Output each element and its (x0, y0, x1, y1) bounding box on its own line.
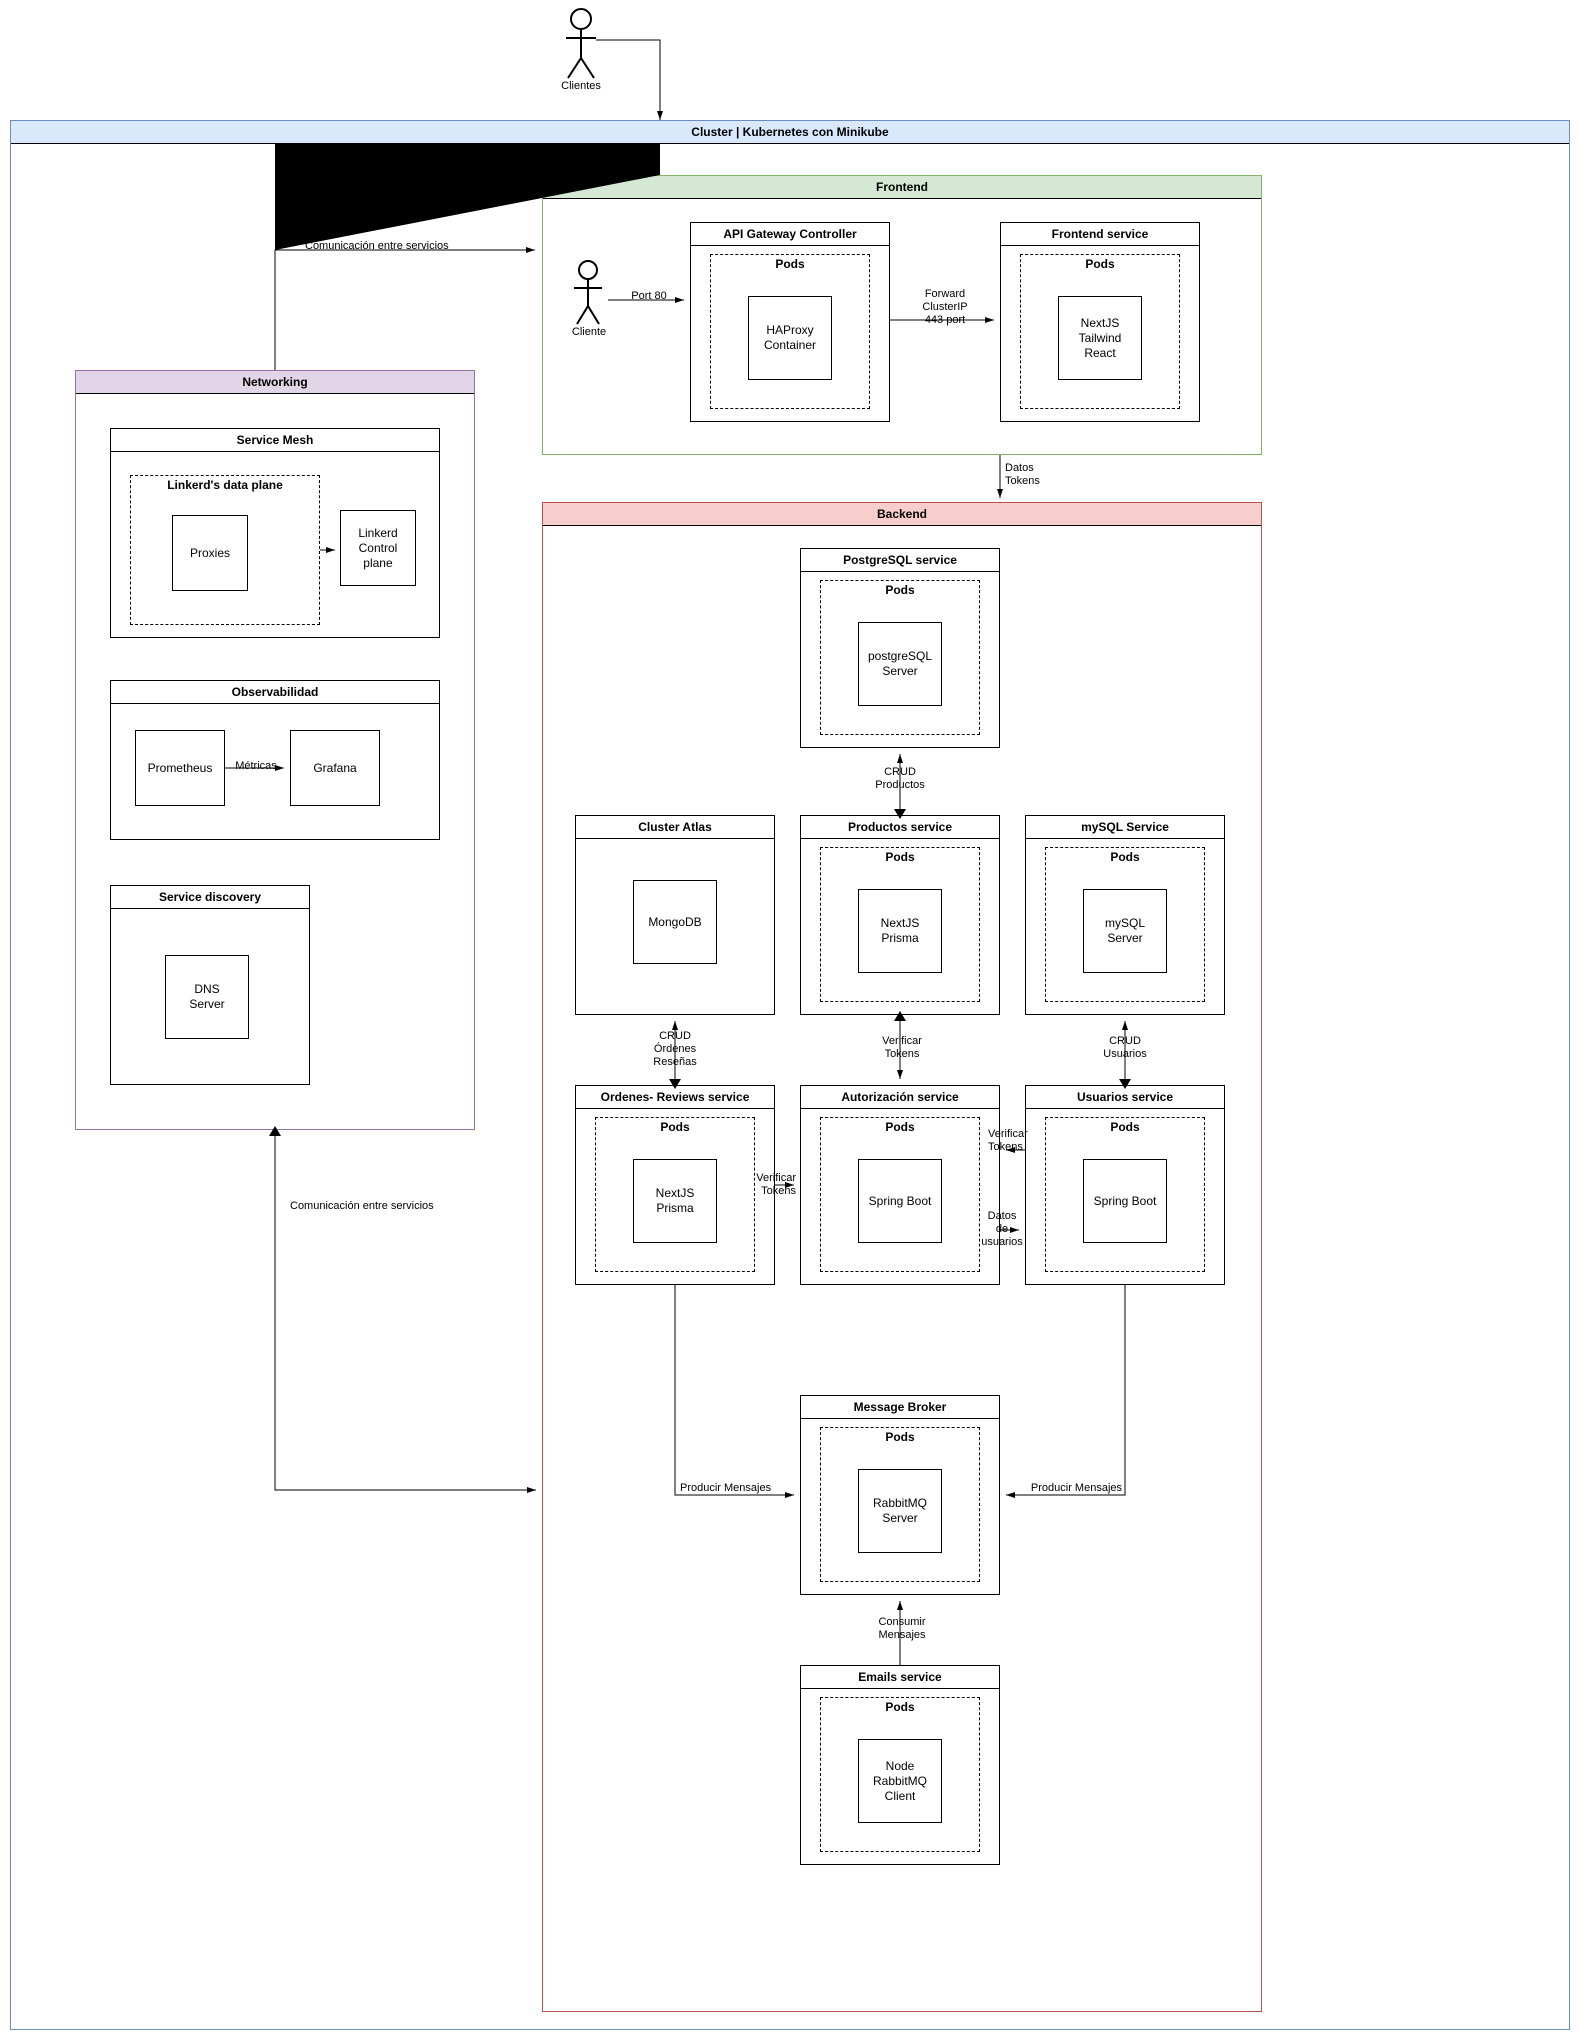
dns-server-box: DNS Server (165, 955, 249, 1039)
frontend-service-container: NextJS Tailwind React (1058, 296, 1142, 380)
service-discovery-title: Service discovery (111, 886, 309, 909)
grafana-box: Grafana (290, 730, 380, 806)
label-verificar-tokens-1: Verificar Tokens (862, 1035, 942, 1061)
actor-clientes-label: Clientes (555, 80, 607, 93)
label-verificar-tokens-2: Verificar Tokens (736, 1172, 796, 1198)
frontend-service-pods-label: Pods (1021, 253, 1179, 271)
broker-title: Message Broker (801, 1396, 999, 1419)
emails-pods-label: Pods (821, 1696, 979, 1714)
haproxy-container: HAProxy Container (748, 296, 832, 380)
usuarios-container: Spring Boot (1083, 1159, 1167, 1243)
label-datos-usuarios: Datos de usuarios (972, 1210, 1032, 1250)
label-port80: Port 80 (624, 290, 674, 303)
label-producir-left: Producir Mensajes (680, 1482, 790, 1495)
autorizacion-pods-label: Pods (821, 1116, 979, 1134)
api-gateway-pods-label: Pods (711, 253, 869, 271)
label-crud-productos: CRUD Productos (840, 766, 960, 792)
frontend-title: Frontend (543, 176, 1261, 199)
label-verificar-tokens-3: Verificar Tokens (988, 1128, 1048, 1154)
mongodb-box: MongoDB (633, 880, 717, 964)
label-producir-right: Producir Mensajes (1012, 1482, 1122, 1495)
service-mesh-title: Service Mesh (111, 429, 439, 452)
autorizacion-container: Spring Boot (858, 1159, 942, 1243)
frontend-service-title: Frontend service (1001, 223, 1199, 246)
actor-cliente-label: Cliente (566, 326, 612, 339)
cluster-atlas-title: Cluster Atlas (576, 816, 774, 839)
productos-title: Productos service (801, 816, 999, 839)
api-gateway-title: API Gateway Controller (691, 223, 889, 246)
autorizacion-title: Autorización service (801, 1086, 999, 1109)
emails-title: Emails service (801, 1666, 999, 1689)
proxies-box: Proxies (172, 515, 248, 591)
postgres-title: PostgreSQL service (801, 549, 999, 572)
label-forward: Forward ClusterIP 443 port (900, 288, 990, 328)
networking-title: Networking (76, 371, 474, 394)
mysql-title: mySQL Service (1026, 816, 1224, 839)
label-com-servicios-top: Comunicación entre servicios (305, 240, 485, 253)
label-com-servicios-bottom: Comunicación entre servicios (290, 1200, 470, 1213)
linkerd-control-plane-box: Linkerd Control plane (340, 510, 416, 586)
linkerd-data-plane-label: Linkerd's data plane (131, 474, 319, 492)
productos-container: NextJS Prisma (858, 889, 942, 973)
label-datos-tokens: Datos Tokens (1005, 462, 1065, 488)
prometheus-box: Prometheus (135, 730, 225, 806)
broker-container: RabbitMQ Server (858, 1469, 942, 1553)
ordenes-container: NextJS Prisma (633, 1159, 717, 1243)
mysql-pods-label: Pods (1046, 846, 1204, 864)
ordenes-pods-label: Pods (596, 1116, 754, 1134)
productos-pods-label: Pods (821, 846, 979, 864)
label-crud-ordenes: CRUD Órdenes Reseñas (615, 1030, 735, 1070)
postgres-pods-label: Pods (821, 579, 979, 597)
mysql-container: mySQL Server (1083, 889, 1167, 973)
emails-container: Node RabbitMQ Client (858, 1739, 942, 1823)
broker-pods-label: Pods (821, 1426, 979, 1444)
usuarios-pods-label: Pods (1046, 1116, 1204, 1134)
diagram-canvas: Clientes Cluster | Kubernetes con Miniku… (0, 0, 1581, 2041)
usuarios-title: Usuarios service (1026, 1086, 1224, 1109)
observability-title: Observabilidad (111, 681, 439, 704)
label-metricas: Métricas (228, 760, 284, 773)
cluster-title: Cluster | Kubernetes con Minikube (11, 121, 1569, 144)
ordenes-title: Ordenes- Reviews service (576, 1086, 774, 1109)
label-crud-usuarios: CRUD Usuarios (1065, 1035, 1185, 1061)
label-consumir: Consumir Mensajes (862, 1616, 942, 1642)
postgres-container: postgreSQL Server (858, 622, 942, 706)
backend-title: Backend (543, 503, 1261, 526)
